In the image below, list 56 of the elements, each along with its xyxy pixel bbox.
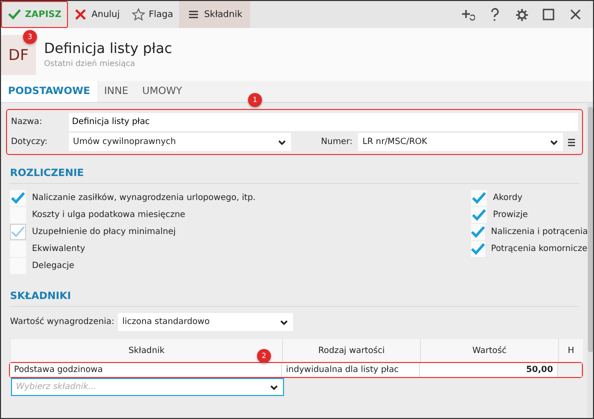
checkbox-label: Uzupełnienie do płacy minimalnej <box>32 227 176 237</box>
page-subtitle: Ostatni dzień miesiąca <box>44 59 136 68</box>
tab[interactable]: PODSTAWOWE <box>1 81 98 102</box>
checkbox[interactable] <box>471 190 487 206</box>
checkbox-label: Akordy <box>493 193 522 203</box>
checkbox[interactable] <box>10 207 26 223</box>
cancel-button[interactable]: Anuluj <box>68 1 126 28</box>
field-label: Numer: <box>321 137 352 147</box>
chevron-down-icon <box>549 138 559 146</box>
table-row[interactable]: Podstawa godzinowa indywidualna dla listy płac 50,00 <box>9 362 583 378</box>
column-header[interactable]: Wartość <box>421 339 559 362</box>
chevron-down-icon <box>279 318 290 326</box>
chevron-down-icon <box>277 138 287 146</box>
checkbox-label: Naliczanie zasiłków, wynagrodzenia urlopowego, itp. <box>32 193 256 203</box>
checkbox-label: Koszty i ulga podatkowa miesięczne <box>32 210 186 220</box>
applies-dropdown[interactable]: Umów cywilnoprawnych <box>69 133 291 151</box>
table-cell: Podstawa godzinowa <box>10 363 282 377</box>
field-label: Dotyczy: <box>11 137 49 147</box>
menu-button[interactable]: Składnik <box>179 1 250 28</box>
checkbox[interactable] <box>10 241 26 257</box>
settings-icon[interactable] <box>515 8 529 22</box>
checkbox-label: Ekwiwalenty <box>32 244 86 254</box>
tab[interactable]: INNE <box>97 81 136 102</box>
number-dropdown[interactable]: LR nr/MSC/ROK <box>358 133 563 151</box>
flag-button[interactable]: Flaga <box>126 1 180 28</box>
close-icon[interactable] <box>569 8 583 22</box>
checkbox[interactable] <box>471 241 485 257</box>
tab[interactable]: UMOWY <box>135 81 190 102</box>
scrollbar[interactable] <box>587 103 593 418</box>
checkbox[interactable] <box>471 224 485 240</box>
column-header[interactable]: Rodzaj wartości <box>283 339 421 362</box>
star-icon <box>132 8 145 21</box>
page-title: Definicja listy płac <box>44 41 172 57</box>
maximize-icon[interactable] <box>542 8 556 22</box>
menu-icon[interactable] <box>567 138 576 146</box>
name-field[interactable]: Definicja listy płac <box>69 113 578 131</box>
column-header[interactable]: H <box>559 339 583 362</box>
checkbox-label: Prowizje <box>493 210 528 220</box>
checkbox-label: Naliczenia i potrącenia <box>491 227 588 237</box>
field-label: Nazwa: <box>11 117 44 127</box>
checkbox[interactable] <box>10 190 26 206</box>
checkbox-label: Delegacje <box>32 261 74 271</box>
add-icon[interactable] <box>461 8 475 22</box>
pay-dropdown[interactable]: liczona standardowo <box>118 313 294 331</box>
menu-icon <box>187 8 200 21</box>
check-icon <box>8 8 21 21</box>
close-icon <box>74 8 88 21</box>
section-title: SKŁADNIKI <box>10 291 72 302</box>
scrollbar-thumb[interactable] <box>588 107 592 352</box>
table-cell: 50,00 <box>420 363 558 377</box>
field-label: Wartość wynagrodzenia: <box>10 317 114 327</box>
section-title: ROZLICZENIE <box>10 168 85 179</box>
checkbox[interactable] <box>471 207 487 223</box>
chevron-down-icon <box>269 382 279 392</box>
checkbox-label: Potrącenia komornicze <box>491 244 588 254</box>
table-cell: indywidualna dla listy płac <box>282 363 420 377</box>
